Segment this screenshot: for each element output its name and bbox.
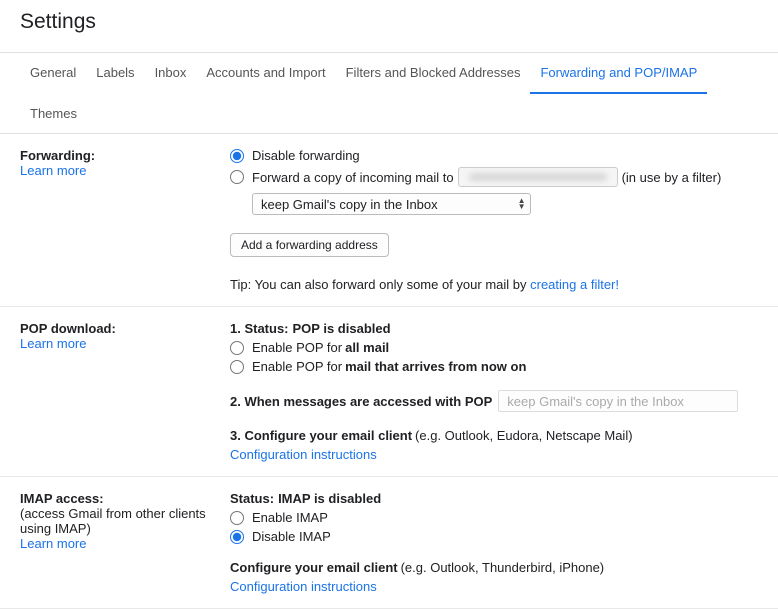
tabs-row: General Labels Inbox Accounts and Import… [0,53,778,94]
pop-configure-eg: (e.g. Outlook, Eudora, Netscape Mail) [415,428,633,443]
pop-keep-copy-value: keep Gmail's copy in the Inbox [507,394,684,409]
tip-text: Tip: You can also forward only some of y… [230,277,530,292]
radio-disable-forwarding[interactable] [230,149,244,163]
imap-status-value: IMAP is disabled [278,491,381,506]
radio-pop-all-mail[interactable] [230,341,244,355]
tab-accounts[interactable]: Accounts and Import [196,53,335,94]
pop-now-bold: mail that arrives from now on [345,359,526,374]
select-arrows-icon: ▲▼ [518,198,526,210]
disable-imap-label: Disable IMAP [252,529,331,544]
pop-configure-label: 3. Configure your email client [230,428,412,443]
imap-subtitle: (access Gmail from other clients using I… [20,506,230,536]
tab-forwarding[interactable]: Forwarding and POP/IMAP [530,53,707,94]
pop-status-label: 1. Status: [230,321,289,336]
pop-keep-copy-select[interactable]: keep Gmail's copy in the Inbox [498,390,738,412]
tabs-row-2: Themes [0,94,778,133]
in-use-by-filter-label: (in use by a filter) [622,170,722,185]
pop-all-bold: all mail [345,340,389,355]
forward-copy-label: Forward a copy of incoming mail to [252,170,454,185]
imap-status-label: Status: [230,491,274,506]
imap-learn-more-link[interactable]: Learn more [20,536,230,551]
tab-general[interactable]: General [20,53,86,94]
pop-title: POP download: [20,321,230,336]
imap-configure-label: Configure your email client [230,560,398,575]
pop-config-instructions-link[interactable]: Configuration instructions [230,447,758,462]
page-title: Settings [20,10,758,34]
page-header: Settings [0,0,778,44]
keep-copy-select[interactable]: keep Gmail's copy in the Inbox ▲▼ [252,193,531,215]
radio-disable-imap[interactable] [230,530,244,544]
radio-pop-from-now[interactable] [230,360,244,374]
section-imap: IMAP access: (access Gmail from other cl… [0,477,778,609]
pop-all-prefix: Enable POP for [252,340,342,355]
tab-themes[interactable]: Themes [20,94,87,133]
pop-now-prefix: Enable POP for [252,359,342,374]
imap-configure-eg: (e.g. Outlook, Thunderbird, iPhone) [401,560,605,575]
section-pop: POP download: Learn more 1. Status: POP … [0,307,778,477]
disable-forwarding-label: Disable forwarding [252,148,360,163]
forwarding-title: Forwarding: [20,148,230,163]
tab-filters[interactable]: Filters and Blocked Addresses [336,53,531,94]
forwarding-tip: Tip: You can also forward only some of y… [230,277,758,292]
pop-learn-more-link[interactable]: Learn more [20,336,230,351]
tab-labels[interactable]: Labels [86,53,144,94]
add-forwarding-address-button[interactable]: Add a forwarding address [230,233,389,257]
pop-status-value: POP is disabled [293,321,391,336]
enable-imap-label: Enable IMAP [252,510,328,525]
imap-config-instructions-link[interactable]: Configuration instructions [230,579,758,594]
section-forwarding: Forwarding: Learn more Disable forwardin… [0,134,778,307]
radio-enable-imap[interactable] [230,511,244,525]
forward-email-field[interactable] [458,167,618,187]
forwarding-learn-more-link[interactable]: Learn more [20,163,230,178]
keep-copy-select-value: keep Gmail's copy in the Inbox [261,197,438,212]
tab-inbox[interactable]: Inbox [145,53,197,94]
imap-title: IMAP access: [20,491,230,506]
radio-forward-copy[interactable] [230,170,244,184]
creating-filter-link[interactable]: creating a filter! [530,277,619,292]
pop-when-accessed-label: 2. When messages are accessed with POP [230,394,492,409]
